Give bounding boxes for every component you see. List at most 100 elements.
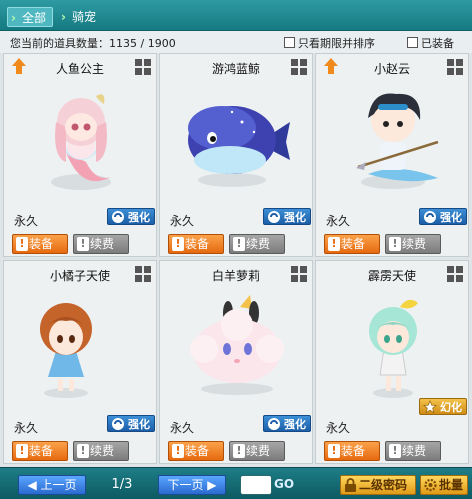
- orange-angel-image: [40, 303, 92, 398]
- lock-icon: [345, 478, 356, 492]
- item-card[interactable]: 人鱼公主 永久 强化 ! 装备 ! 续费: [3, 53, 157, 257]
- exclamation-icon: !: [16, 444, 28, 458]
- tab-all[interactable]: › 全部: [7, 7, 54, 27]
- category-tab-bar: › 全部 › 骑宠: [0, 0, 472, 31]
- little-zhao-yun-image: [356, 93, 439, 189]
- equip-button[interactable]: ! 装备: [12, 441, 68, 461]
- gear-icon: [424, 478, 437, 492]
- tab-all-label: 全部: [22, 11, 47, 25]
- tab-mounts[interactable]: › 骑宠: [58, 7, 96, 27]
- pager-bar: ◀ 上一页 1/3 下一页 ▶ GO 二级密码 批量: [0, 467, 472, 499]
- enhance-button[interactable]: 强化: [107, 415, 155, 432]
- renew-label: 续费: [402, 237, 427, 251]
- equip-button[interactable]: ! 装备: [168, 234, 224, 254]
- page-indicator: 1/3: [111, 477, 133, 492]
- enhance-icon: [112, 418, 124, 430]
- item-card[interactable]: 小赵云 永久 强化 ! 装备 ! 续费: [315, 53, 469, 257]
- item-duration: 永久: [14, 214, 39, 228]
- grid-view-icon[interactable]: [447, 59, 463, 75]
- arrow-right-icon: ▶: [207, 478, 217, 492]
- exclamation-icon: !: [233, 237, 245, 251]
- renew-button[interactable]: ! 续费: [385, 441, 441, 461]
- enhance-button[interactable]: 强化: [419, 208, 467, 225]
- exclamation-icon: !: [389, 444, 401, 458]
- item-duration: 永久: [326, 214, 351, 228]
- prev-page-button[interactable]: ◀ 上一页: [18, 475, 86, 495]
- item-duration: 永久: [170, 214, 195, 228]
- item-duration: 永久: [170, 421, 195, 435]
- filter-limited-checkbox[interactable]: 只看期限并排序: [284, 35, 375, 51]
- exclamation-icon: !: [172, 444, 184, 458]
- grid-view-icon[interactable]: [447, 266, 463, 282]
- item-name: 小橘子天使: [49, 269, 110, 283]
- item-card[interactable]: 小橘子天使 永久 强化 ! 装备 ! 续费: [3, 260, 157, 464]
- enhance-label: 强化: [128, 211, 150, 224]
- renew-button[interactable]: ! 续费: [229, 234, 285, 254]
- equip-button[interactable]: ! 装备: [168, 441, 224, 461]
- chevron-right-icon: ›: [61, 10, 66, 24]
- next-page-button[interactable]: 下一页 ▶: [158, 475, 226, 495]
- item-card[interactable]: 游鸿蓝鲸 永久 强化 ! 装备 ! 续费: [159, 53, 313, 257]
- grid-view-icon[interactable]: [291, 266, 307, 282]
- exclamation-icon: !: [16, 237, 28, 251]
- renew-label: 续费: [246, 444, 271, 458]
- filter-equipped-checkbox[interactable]: 已装备: [407, 35, 454, 51]
- enhance-icon: [424, 211, 436, 223]
- renew-button[interactable]: ! 续费: [229, 441, 285, 461]
- grid-view-icon[interactable]: [135, 266, 151, 282]
- exclamation-icon: !: [172, 237, 184, 251]
- info-row: 您当前的道具数量：1135 / 1900 只看期限并排序 已装备: [0, 31, 472, 53]
- item-name: 小赵云: [373, 62, 410, 76]
- enhance-button[interactable]: 强化: [263, 208, 311, 225]
- equip-label: 装备: [341, 444, 366, 458]
- item-duration: 永久: [326, 421, 351, 435]
- grid-view-icon[interactable]: [135, 59, 151, 75]
- transform-button[interactable]: 幻化: [419, 398, 467, 415]
- renew-button[interactable]: ! 续费: [385, 234, 441, 254]
- white-sheep-lolita-image: [190, 295, 284, 395]
- star-icon: [423, 400, 437, 414]
- batch-button[interactable]: 批量: [420, 475, 468, 495]
- renew-label: 续费: [246, 237, 271, 251]
- enhance-label: 强化: [128, 418, 150, 431]
- renew-button[interactable]: ! 续费: [73, 234, 129, 254]
- secondary-password-button[interactable]: 二级密码: [340, 475, 416, 495]
- exclamation-icon: !: [77, 237, 89, 251]
- checkbox-box[interactable]: [284, 37, 295, 48]
- exclamation-icon: !: [328, 444, 340, 458]
- checkbox-box[interactable]: [407, 37, 418, 48]
- equip-button[interactable]: ! 装备: [324, 441, 380, 461]
- go-button[interactable]: GO: [274, 477, 294, 491]
- item-grid: 人鱼公主 永久 强化 ! 装备 ! 续费 游鸿蓝鲸 永久 强化 ! 装备 ! 续…: [3, 53, 469, 464]
- enhance-icon: [268, 211, 280, 223]
- prev-page-label: 上一页: [40, 478, 77, 492]
- transform-label: 幻化: [440, 401, 462, 414]
- enhance-icon: [268, 418, 280, 430]
- equip-button[interactable]: ! 装备: [324, 234, 380, 254]
- renew-button[interactable]: ! 续费: [73, 441, 129, 461]
- filter-limited-label: 只看期限并排序: [298, 37, 375, 50]
- enhance-button[interactable]: 强化: [263, 415, 311, 432]
- grid-view-icon[interactable]: [291, 59, 307, 75]
- equip-label: 装备: [29, 237, 54, 251]
- item-card[interactable]: 白羊萝莉 永久 强化 ! 装备 ! 续费: [159, 260, 313, 464]
- chevron-right-icon: ›: [11, 11, 16, 25]
- enhance-icon: [112, 211, 124, 223]
- equip-label: 装备: [185, 237, 210, 251]
- tab-mounts-label: 骑宠: [72, 10, 97, 24]
- blue-whale-image: [188, 106, 290, 187]
- exclamation-icon: !: [328, 237, 340, 251]
- enhance-button[interactable]: 强化: [107, 208, 155, 225]
- item-name: 白羊萝莉: [211, 269, 260, 283]
- mermaid-princess-image: [51, 94, 111, 190]
- equip-label: 装备: [29, 444, 54, 458]
- item-card[interactable]: 霹雳天使 永久 幻化 ! 装备 ! 续费: [315, 260, 469, 464]
- exclamation-icon: !: [233, 444, 245, 458]
- item-count: 您当前的道具数量：1135 / 1900: [10, 37, 176, 50]
- enhance-label: 强化: [440, 211, 462, 224]
- item-name: 游鸿蓝鲸: [211, 62, 260, 76]
- equip-button[interactable]: ! 装备: [12, 234, 68, 254]
- renew-label: 续费: [90, 444, 115, 458]
- page-number-input[interactable]: [240, 475, 272, 495]
- batch-label: 批量: [439, 478, 464, 492]
